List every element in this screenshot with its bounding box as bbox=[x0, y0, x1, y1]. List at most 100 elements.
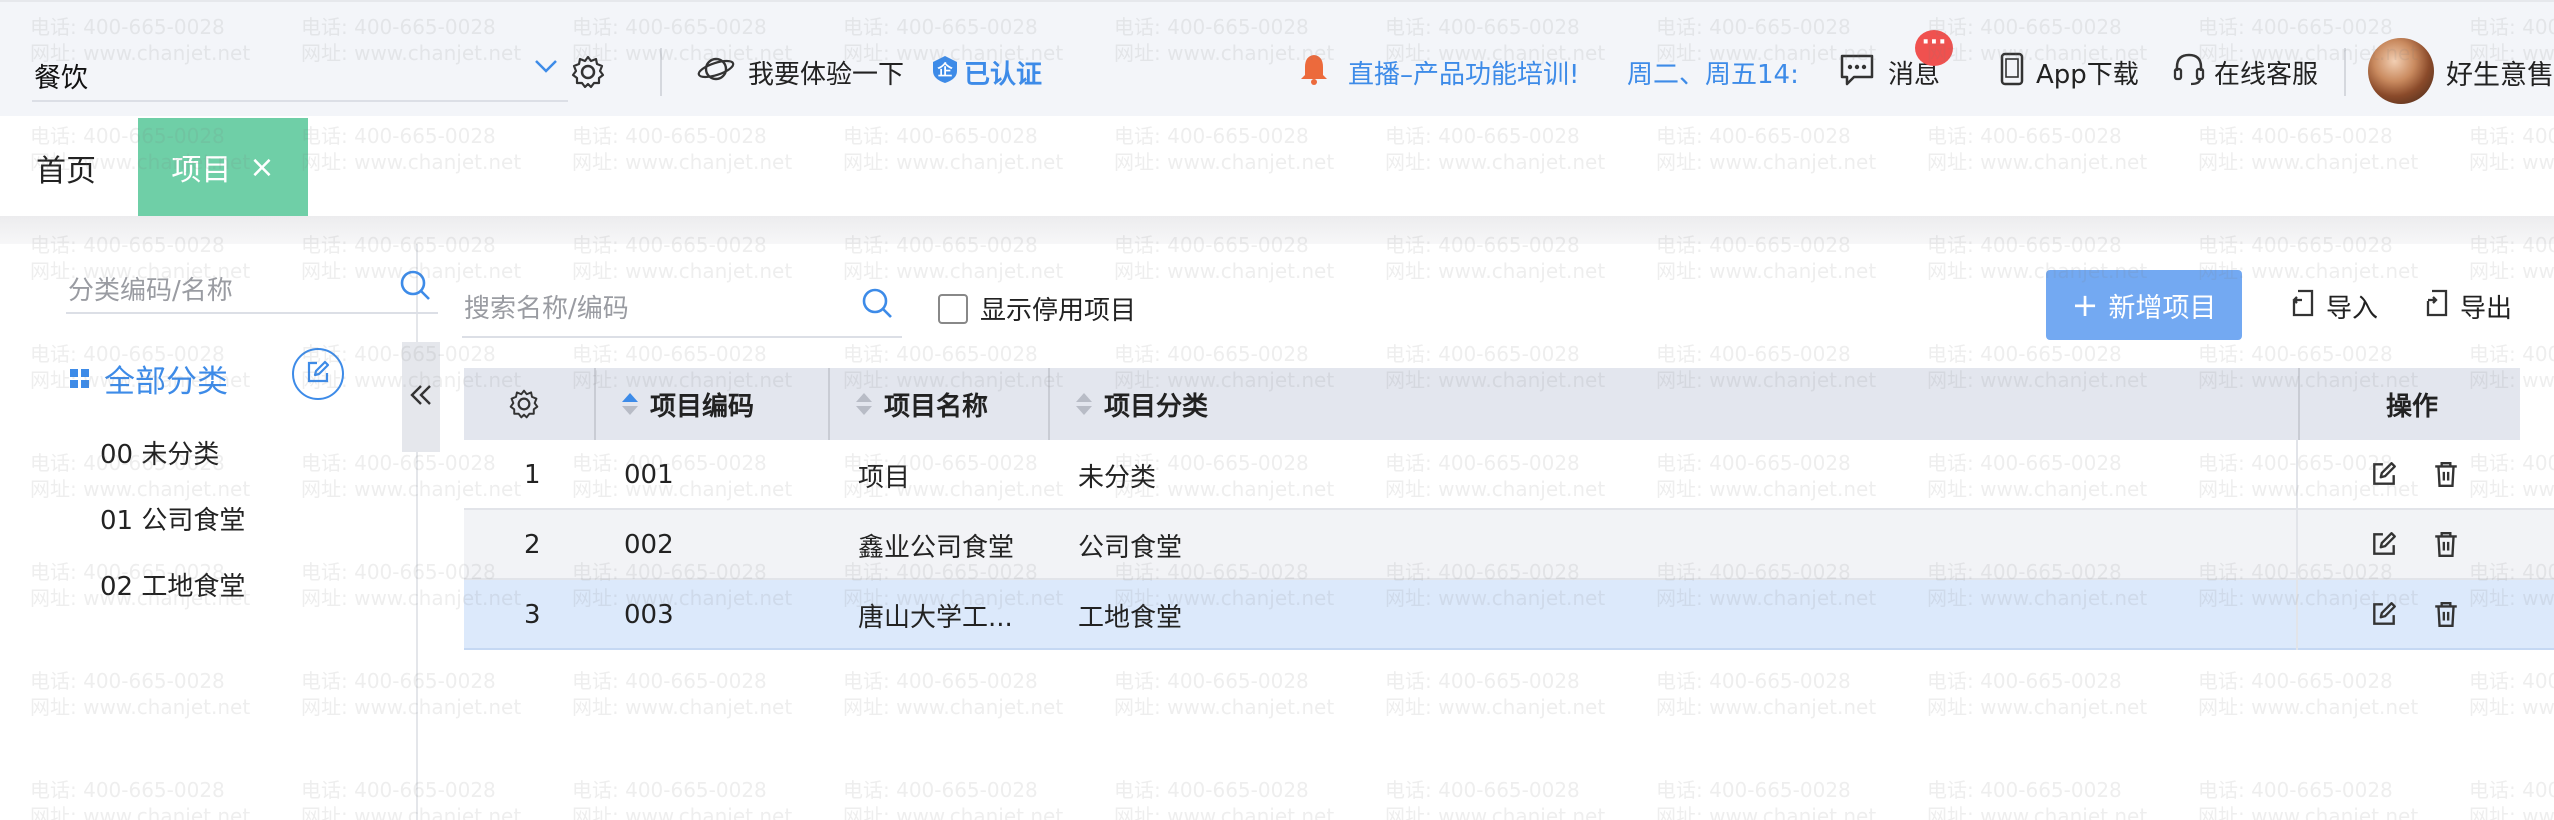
tab-project-label: 项目 bbox=[171, 153, 232, 188]
header-actions: 操作 bbox=[2386, 391, 2439, 422]
row-index: 3 bbox=[524, 600, 541, 630]
show-disabled-checkbox[interactable] bbox=[938, 293, 968, 324]
search-icon[interactable] bbox=[860, 286, 894, 324]
watermark-text: 电话: 400-665-0028 网址: www.chanjet.net bbox=[1114, 778, 1335, 820]
planet-icon bbox=[696, 51, 736, 94]
watermark-text: 电话: 400-665-0028 网址: www.chanjet.net bbox=[1656, 669, 1877, 719]
export-label: 导出 bbox=[2460, 294, 2513, 324]
column-divider bbox=[2298, 368, 2300, 440]
header-code[interactable]: 项目编码 bbox=[622, 368, 754, 440]
header-name[interactable]: 项目名称 bbox=[856, 368, 988, 440]
svg-text:企: 企 bbox=[936, 61, 953, 79]
settings-icon[interactable] bbox=[570, 52, 606, 92]
sort-icon bbox=[622, 393, 638, 415]
edit-category-button[interactable] bbox=[292, 348, 344, 400]
close-icon[interactable]: × bbox=[249, 150, 274, 185]
top-bar: 餐饮 我要体验一下 企 已认证 直播–产品功能培训! 周二、周五14:( 消息 … bbox=[0, 0, 2554, 116]
trash-icon[interactable] bbox=[2432, 460, 2460, 495]
app-download-label: App下载 bbox=[2036, 59, 2139, 90]
column-divider bbox=[594, 368, 596, 440]
row-index: 2 bbox=[524, 530, 541, 560]
support-button[interactable]: 在线客服 bbox=[2172, 52, 2318, 92]
watermark-text: 电话: 400-665-0028 网址: www.chanjet.net bbox=[1385, 778, 1606, 820]
edit-icon bbox=[305, 359, 331, 389]
add-project-button[interactable]: + 新增项目 bbox=[2046, 270, 2242, 340]
collapse-panel-button[interactable] bbox=[402, 342, 440, 452]
chevron-down-icon bbox=[530, 50, 562, 89]
header-code-label: 项目编码 bbox=[650, 391, 755, 422]
company-name: 餐饮 bbox=[34, 63, 88, 94]
tree-item-company-canteen[interactable]: 01 公司食堂 bbox=[100, 500, 245, 537]
bell-icon bbox=[1298, 52, 1330, 93]
show-disabled-label: 显示停用项目 bbox=[980, 296, 1137, 326]
support-label: 在线客服 bbox=[2214, 59, 2319, 90]
watermark-text: 电话: 400-665-0028 网址: www.chanjet.net bbox=[2198, 778, 2419, 820]
tree-item-uncategorized[interactable]: 00 未分类 bbox=[100, 434, 219, 471]
table-row[interactable]: 2 002 鑫业公司食堂 公司食堂 bbox=[464, 510, 2554, 580]
certified-icon: 企 bbox=[930, 54, 960, 91]
certified-badge[interactable]: 企 已认证 bbox=[930, 52, 1042, 92]
tab-project[interactable]: 项目 × bbox=[138, 118, 308, 216]
row-code: 003 bbox=[624, 600, 674, 630]
export-button[interactable]: 导出 bbox=[2424, 288, 2512, 325]
export-icon bbox=[2424, 288, 2450, 325]
column-settings-icon[interactable] bbox=[508, 368, 540, 440]
watermark-text: 电话: 400-665-0028 网址: www.chanjet.net bbox=[843, 669, 1064, 719]
import-button[interactable]: 导入 bbox=[2290, 288, 2378, 325]
row-name: 项目 bbox=[858, 462, 911, 493]
row-category: 未分类 bbox=[1078, 462, 1157, 493]
add-project-label: 新增项目 bbox=[2108, 292, 2217, 324]
plus-icon: + bbox=[2071, 286, 2099, 324]
category-panel: 分类编码/名称 全部分类 00 未分类 01 公司食堂 02 工地食堂 bbox=[22, 244, 440, 820]
category-search-placeholder: 分类编码/名称 bbox=[68, 276, 233, 306]
double-chevron-left-icon bbox=[407, 381, 435, 413]
tab-bar: 首页 项目 × bbox=[0, 116, 2554, 216]
category-search-input[interactable]: 分类编码/名称 bbox=[66, 258, 438, 314]
row-category: 工地食堂 bbox=[1078, 602, 1183, 633]
table-header: 项目编码 项目名称 项目分类 操作 bbox=[464, 368, 2520, 440]
company-selector[interactable]: 餐饮 bbox=[32, 42, 568, 102]
edit-icon[interactable] bbox=[2370, 530, 2398, 565]
row-code: 001 bbox=[624, 460, 674, 490]
chat-icon bbox=[1838, 51, 1876, 94]
column-divider bbox=[2296, 580, 2298, 650]
project-search-placeholder: 搜索名称/编码 bbox=[464, 294, 629, 324]
tab-home[interactable]: 首页 bbox=[36, 146, 96, 190]
app-download-button[interactable]: App下载 bbox=[1998, 52, 2139, 92]
watermark-text: 电话: 400-665-0028 网址: www.chanjet.net bbox=[1927, 778, 2148, 820]
trash-icon[interactable] bbox=[2432, 600, 2460, 635]
watermark-text: 电话: 400-665-0028 网址: www.chanjet.net bbox=[1656, 778, 1877, 820]
show-disabled-toggle[interactable]: 显示停用项目 bbox=[938, 290, 1136, 327]
watermark-text: 电话: 400-665-0028 网址: www.chanjet.net bbox=[572, 669, 793, 719]
edit-icon[interactable] bbox=[2370, 600, 2398, 635]
watermark-text: 电话: 400-665-0028 网址: www.chanjet.net bbox=[843, 778, 1064, 820]
row-name: 唐山大学工... bbox=[858, 602, 1013, 633]
live-notice[interactable]: 直播–产品功能培训! bbox=[1298, 52, 1579, 92]
schedule-label: 周二、周五14:( bbox=[1627, 59, 1797, 90]
edit-icon[interactable] bbox=[2370, 460, 2398, 495]
header-category[interactable]: 项目分类 bbox=[1076, 368, 1208, 440]
live-notice-label: 直播–产品功能培训! bbox=[1348, 59, 1580, 90]
watermark-text: 电话: 400-665-0028 网址: www.chanjet.net bbox=[2469, 778, 2554, 820]
import-label: 导入 bbox=[2326, 294, 2379, 324]
avatar[interactable] bbox=[2368, 38, 2434, 104]
search-icon[interactable] bbox=[398, 268, 432, 306]
sort-icon bbox=[856, 393, 872, 415]
tree-root-all[interactable]: 全部分类 bbox=[70, 356, 228, 401]
watermark-text: 电话: 400-665-0028 网址: www.chanjet.net bbox=[2198, 669, 2419, 719]
experience-link[interactable]: 我要体验一下 bbox=[696, 52, 904, 92]
message-count-badge: ··· bbox=[1915, 30, 1953, 66]
grid-icon bbox=[70, 361, 90, 397]
table-row-selected[interactable]: 3 003 唐山大学工... 工地食堂 bbox=[464, 580, 2554, 650]
certified-label: 已认证 bbox=[964, 59, 1043, 90]
column-divider bbox=[1048, 368, 1050, 440]
watermark-text: 电话: 400-665-0028 网址: www.chanjet.net bbox=[1114, 669, 1335, 719]
headset-icon bbox=[2172, 51, 2206, 94]
user-name[interactable]: 好生意售 bbox=[2446, 52, 2554, 92]
table-row[interactable]: 1 001 项目 未分类 bbox=[464, 440, 2554, 510]
trash-icon[interactable] bbox=[2432, 530, 2460, 565]
row-name: 鑫业公司食堂 bbox=[858, 532, 1015, 563]
tree-item-site-canteen[interactable]: 02 工地食堂 bbox=[100, 566, 245, 603]
project-search-input[interactable]: 搜索名称/编码 bbox=[462, 270, 902, 338]
watermark-text: 电话: 400-665-0028 网址: www.chanjet.net bbox=[2469, 669, 2554, 719]
